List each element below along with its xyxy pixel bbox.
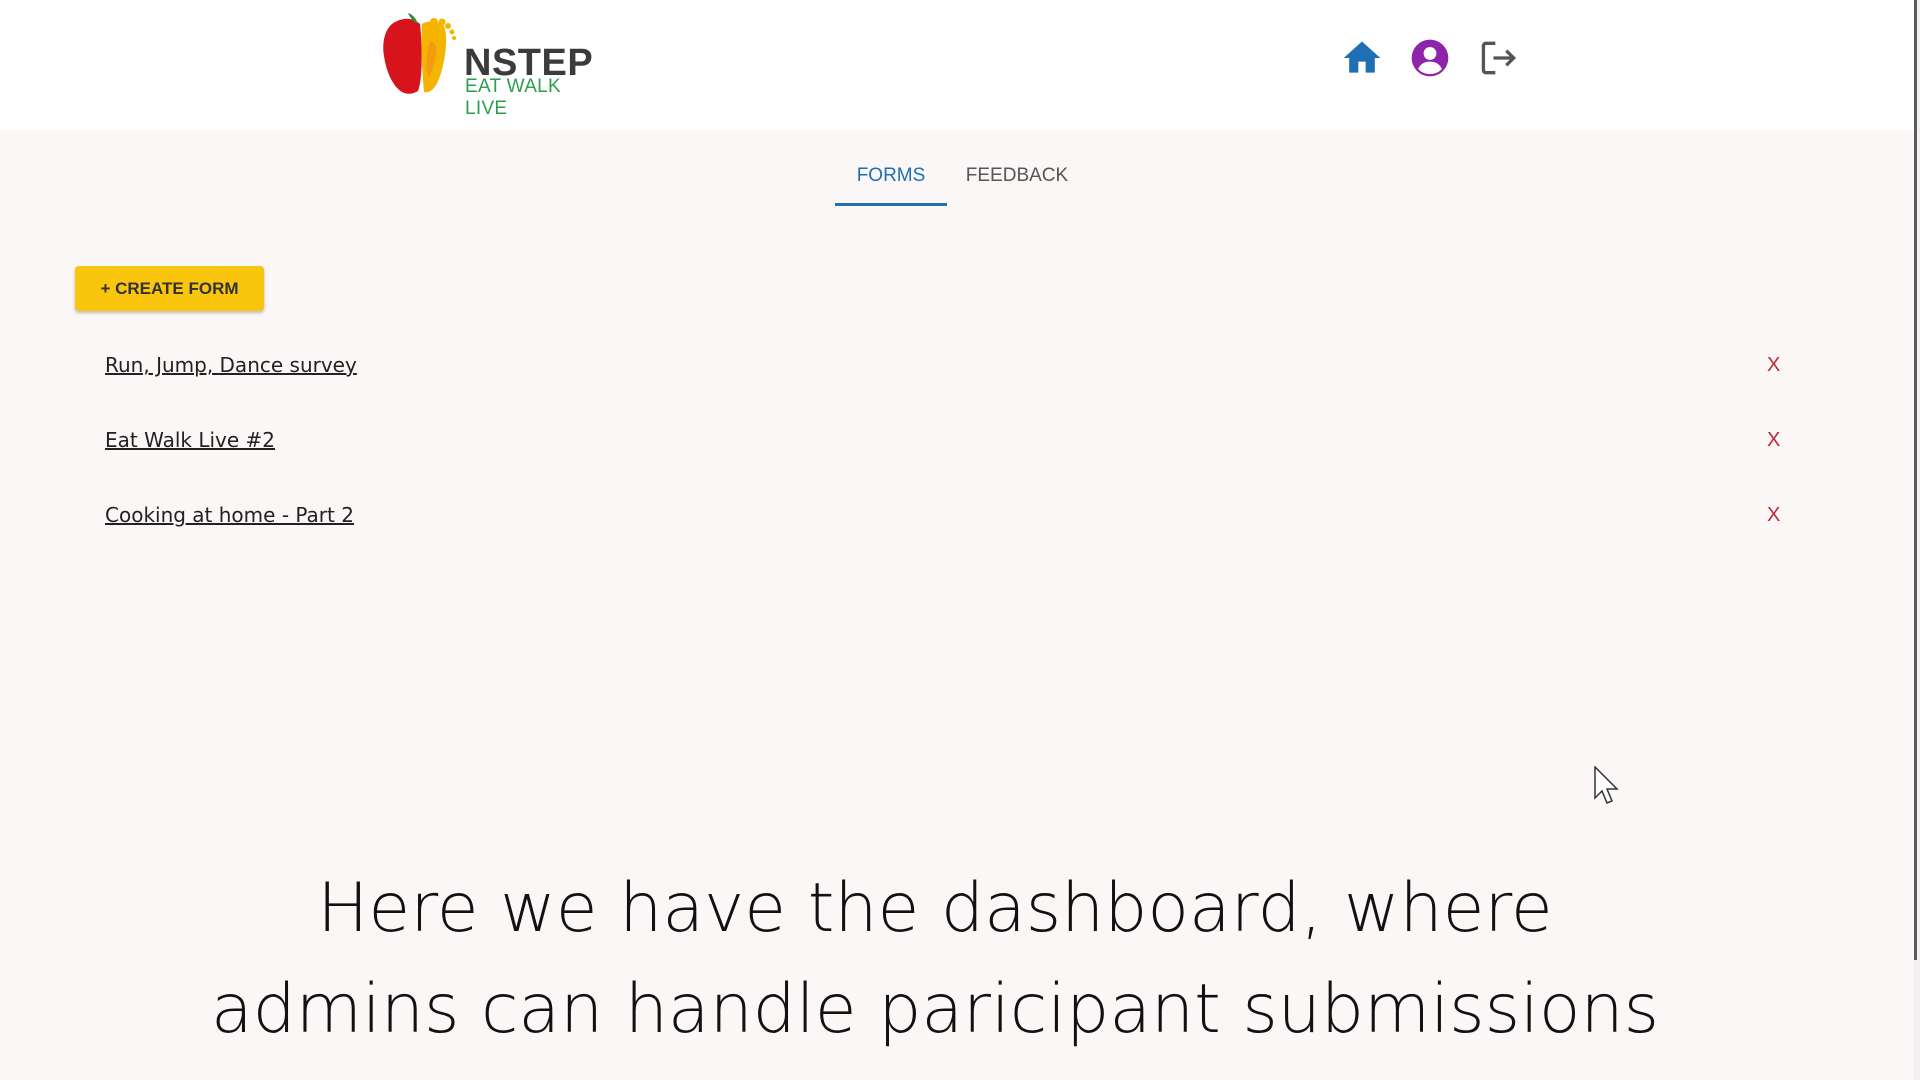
tab-feedback[interactable]: FEEDBACK — [947, 160, 1087, 206]
top-header: NSTEP EAT WALK LIVE — [0, 0, 1914, 130]
caption-line-2: admins can handle paricipant submissions — [210, 970, 1660, 1049]
create-form-button[interactable]: + CREATE FORM — [75, 266, 264, 311]
home-icon[interactable] — [1340, 36, 1384, 80]
list-item: Cooking at home - Part 2 X — [105, 500, 1805, 540]
form-link[interactable]: Cooking at home - Part 2 — [105, 500, 354, 530]
scrollbar-thumb[interactable] — [1914, 0, 1917, 960]
delete-form-button[interactable]: X — [1767, 500, 1780, 530]
list-item: Eat Walk Live #2 X — [105, 425, 1805, 465]
logout-icon[interactable] — [1477, 36, 1521, 80]
delete-form-button[interactable]: X — [1767, 425, 1780, 455]
active-tab-indicator — [835, 203, 947, 206]
caption-overlay: Here we have the dashboard, where admins… — [0, 858, 1870, 1060]
brand-tagline: EAT WALK LIVE — [465, 76, 562, 119]
delete-form-button[interactable]: X — [1767, 350, 1780, 380]
list-item: Run, Jump, Dance survey X — [105, 350, 1805, 390]
apple-footprint-logo-icon — [383, 13, 456, 94]
account-circle-icon[interactable] — [1408, 36, 1452, 80]
caption-line-1: Here we have the dashboard, where — [317, 869, 1553, 948]
mouse-cursor-icon — [1594, 766, 1619, 804]
form-link[interactable]: Run, Jump, Dance survey — [105, 350, 357, 380]
tab-forms[interactable]: FORMS — [835, 160, 947, 206]
brand-logo[interactable]: NSTEP EAT WALK LIVE — [382, 12, 593, 119]
form-link[interactable]: Eat Walk Live #2 — [105, 425, 275, 455]
page: NSTEP EAT WALK LIVE FORMS FEEDBACK + CRE… — [0, 0, 1920, 1080]
